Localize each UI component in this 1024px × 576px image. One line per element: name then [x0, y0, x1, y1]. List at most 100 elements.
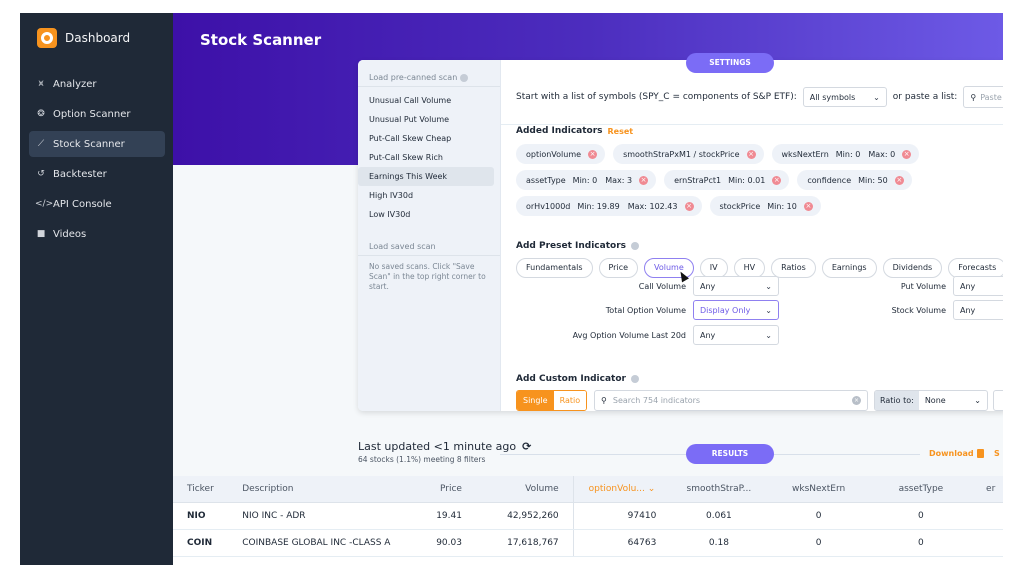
remove-icon[interactable]: × — [684, 201, 694, 211]
cell-description: NIO INC - ADR — [228, 502, 395, 530]
preset-low-iv30d[interactable]: Low IV30d — [358, 205, 494, 224]
indicator-chip-stockprice[interactable]: stockPrice Min: 10 × — [709, 196, 821, 216]
preset-put-call-skew-rich[interactable]: Put-Call Skew Rich — [358, 148, 494, 167]
added-indicators-heading: Added Indicators Reset — [516, 126, 633, 136]
tab-forecasts[interactable]: Forecasts — [948, 258, 1003, 278]
clear-icon[interactable]: × — [852, 396, 861, 405]
symbols-select[interactable]: All symbols ⌄ — [802, 87, 887, 107]
call-volume-select[interactable]: Any ⌄ — [693, 276, 779, 296]
help-icon[interactable] — [631, 242, 639, 250]
col-volume[interactable]: Volume — [475, 476, 574, 503]
remove-icon[interactable]: × — [894, 175, 904, 185]
add-indicator-button[interactable] — [993, 390, 1003, 411]
sidebar-item-label: Option Scanner — [53, 108, 131, 120]
cell-assettype: 0 — [869, 529, 973, 557]
put-volume-row: Put Volume Any — [801, 276, 1003, 296]
brand[interactable]: Dashboard — [37, 28, 130, 48]
tab-price[interactable]: Price — [598, 258, 639, 278]
col-smoothstrapx[interactable]: smoothStraP... — [670, 476, 768, 503]
remove-icon[interactable]: × — [639, 175, 649, 185]
table-row[interactable]: COIN COINBASE GLOBAL INC -CLASS A 90.03 … — [173, 529, 1003, 557]
indicator-chip-smoothstrapxm1[interactable]: smoothStraPxM1 / stockPrice × — [613, 144, 764, 164]
col-ticker[interactable]: Ticker — [173, 476, 229, 503]
col-price[interactable]: Price — [394, 476, 476, 503]
preset-unusual-put-volume[interactable]: Unusual Put Volume — [358, 110, 494, 129]
search-icon: ⚲ — [970, 92, 977, 102]
chip-min: Min: 0 — [835, 149, 861, 159]
preset-scans: Load pre-canned scan Unusual Call Volume… — [358, 60, 501, 411]
preset-put-call-skew-cheap[interactable]: Put-Call Skew Cheap — [358, 129, 494, 148]
divider — [501, 124, 1003, 125]
cell-wksnextern: 0 — [767, 529, 870, 557]
indicator-chip-confidence[interactable]: confidence Min: 50 × — [797, 170, 912, 190]
indicator-chip-ernstrapct1[interactable]: ernStraPct1 Min: 0.01 × — [664, 170, 790, 190]
col-assettype[interactable]: assetType — [869, 476, 973, 503]
cell-description: COINBASE GLOBAL INC -CLASS A — [228, 529, 395, 557]
tab-earnings[interactable]: Earnings — [821, 258, 877, 278]
saved-scans-heading: Load saved scan — [358, 228, 500, 256]
custom-indicator-title: Add Custom Indicator — [516, 374, 626, 384]
remove-icon[interactable]: × — [772, 175, 782, 185]
tab-hv[interactable]: HV — [733, 258, 766, 278]
preset-high-iv30d[interactable]: High IV30d — [358, 186, 494, 205]
ratio-to-select[interactable]: Ratio to: None ⌄ — [874, 390, 988, 411]
indicator-chip-assettype[interactable]: assetType Min: 0 Max: 3 × — [516, 170, 657, 190]
reset-link[interactable]: Reset — [608, 127, 634, 136]
sidebar-item-analyzer[interactable]: ⩙ Analyzer — [29, 71, 165, 97]
paste-placeholder: Paste — [980, 92, 1002, 102]
tab-fundamentals[interactable]: Fundamentals — [516, 258, 593, 278]
remove-icon[interactable]: × — [588, 149, 598, 159]
sidebar-item-api-console[interactable]: </> API Console — [29, 191, 165, 217]
chip-min: Min: 0 — [572, 175, 598, 185]
indicator-chip-orhv1000d[interactable]: orHv1000d Min: 19.89 Max: 102.43 × — [516, 196, 702, 216]
cell-volume: 42,952,260 — [475, 502, 574, 530]
paste-label: or paste a list: — [892, 92, 958, 102]
remove-icon[interactable]: × — [803, 201, 813, 211]
download-button[interactable]: Download — [929, 449, 984, 458]
table-row[interactable] — [173, 556, 1003, 565]
search-icon: ⚲ — [601, 396, 607, 405]
indicator-chip-optionvolume[interactable]: optionVolume × — [516, 144, 606, 164]
single-button[interactable]: Single — [517, 391, 554, 410]
remove-icon[interactable]: × — [902, 149, 912, 159]
cell-smoothstrapx: 0.18 — [670, 529, 768, 557]
cell-smoothstrapx: 0.061 — [670, 502, 768, 530]
save-scan-button[interactable]: S — [994, 449, 1000, 458]
file-download-icon — [976, 449, 984, 458]
tab-ratios[interactable]: Ratios — [771, 258, 816, 278]
avg-option-volume-select[interactable]: Any ⌄ — [693, 325, 779, 345]
tab-dividends[interactable]: Dividends — [882, 258, 943, 278]
results-tab[interactable]: RESULTS — [686, 444, 774, 464]
preset-scans-heading: Load pre-canned scan — [358, 60, 500, 87]
stock-volume-select[interactable]: Any — [953, 300, 1003, 320]
preset-earnings-this-week[interactable]: Earnings This Week — [358, 167, 494, 186]
put-volume-select[interactable]: Any — [953, 276, 1003, 296]
cell-wksnextern: 0 — [767, 502, 870, 530]
symbols-row: Start with a list of symbols (SPY_C = co… — [516, 86, 1003, 108]
results-header: Last updated <1 minute ago ⟳ 64 stocks (… — [358, 440, 531, 464]
col-ern[interactable]: er — [972, 476, 1003, 503]
help-icon[interactable] — [630, 375, 639, 383]
call-volume-row: Call Volume Any ⌄ — [516, 276, 779, 296]
remove-icon[interactable]: × — [746, 149, 756, 159]
col-description[interactable]: Description — [228, 476, 395, 503]
help-icon[interactable] — [460, 73, 469, 82]
col-wksnextern[interactable]: wksNextErn — [767, 476, 870, 503]
ratio-button[interactable]: Ratio — [553, 391, 587, 410]
cell-volume: 17,618,767 — [475, 529, 574, 557]
col-optionvolume[interactable]: optionVolu... ⌄ — [572, 476, 671, 503]
total-option-volume-select[interactable]: Display Only ⌄ — [693, 300, 779, 320]
table-row[interactable]: NIO NIO INC - ADR 19.41 42,952,260 97410… — [173, 502, 1003, 530]
sidebar-item-stock-scanner[interactable]: ⟋ Stock Scanner — [29, 131, 165, 157]
sidebar-item-backtester[interactable]: ↺ Backtester — [29, 161, 165, 187]
select-value: Any — [960, 281, 976, 291]
paste-list-input[interactable]: ⚲ Paste — [963, 86, 1003, 108]
sidebar-item-option-scanner[interactable]: ❂ Option Scanner — [29, 101, 165, 127]
sidebar-item-videos[interactable]: ■ Videos — [29, 221, 165, 247]
indicator-chip-wksnextern[interactable]: wksNextErn Min: 0 Max: 0 × — [771, 144, 920, 164]
settings-tab[interactable]: SETTINGS — [686, 53, 774, 73]
refresh-icon[interactable]: ⟳ — [522, 440, 531, 453]
indicator-search-input[interactable]: ⚲ Search 754 indicators × — [594, 390, 868, 411]
tab-iv[interactable]: IV — [699, 258, 728, 278]
preset-unusual-call-volume[interactable]: Unusual Call Volume — [358, 91, 494, 110]
